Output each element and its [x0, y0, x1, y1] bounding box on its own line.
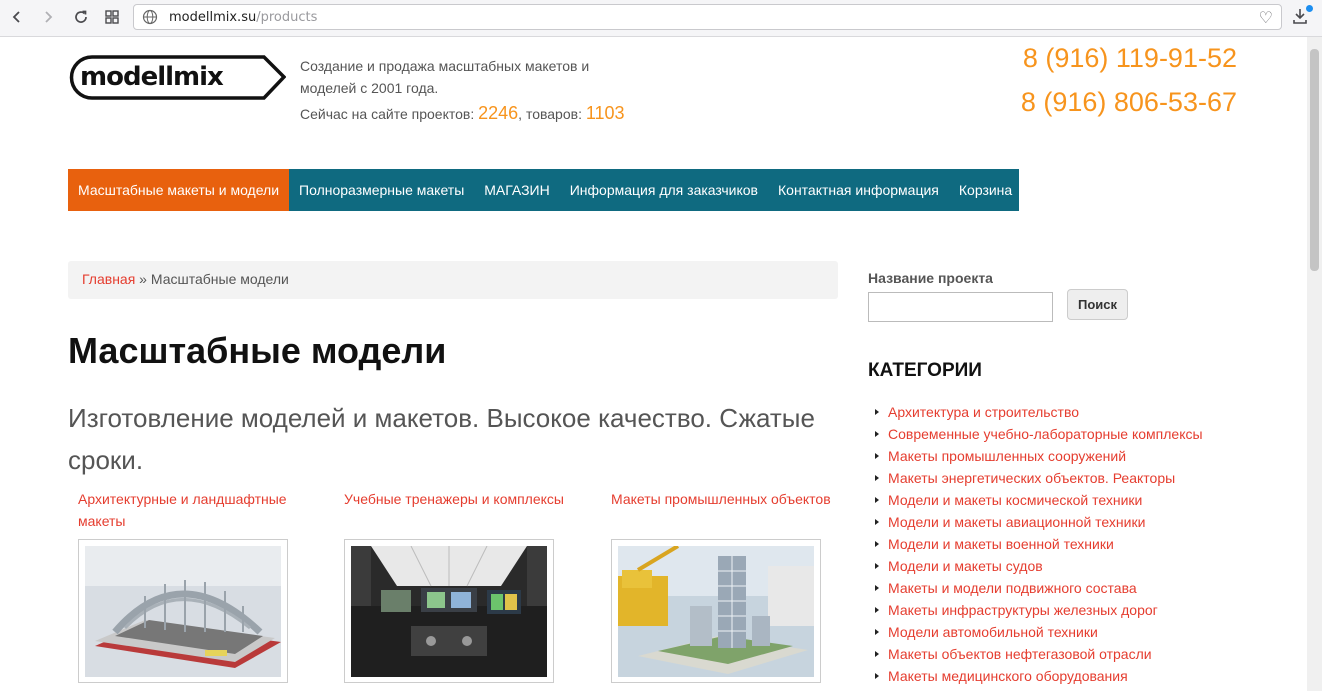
category-item[interactable]: Модели и макеты судов: [875, 555, 1203, 577]
heart-icon[interactable]: ♡: [1259, 8, 1273, 28]
category-link[interactable]: Архитектура и строительство: [888, 401, 1079, 423]
search-input[interactable]: [868, 292, 1053, 322]
card-image-train-simulator[interactable]: [344, 539, 554, 683]
category-item[interactable]: Макеты промышленных сооружений: [875, 445, 1203, 467]
phone-number-1[interactable]: 8 (916) 119-91-52: [1023, 43, 1237, 74]
search-button[interactable]: Поиск: [1067, 289, 1128, 320]
card-title-link[interactable]: Архитектурные и ландшафтные макеты: [68, 488, 298, 532]
category-item[interactable]: Макеты инфраструктуры железных дорог: [875, 599, 1203, 621]
bullet-arrow-icon: [875, 497, 879, 503]
card-title-link[interactable]: Учебные тренажеры и комплексы: [334, 488, 564, 510]
back-icon[interactable]: [6, 6, 28, 28]
site-tagline: Создание и продажа масштабных макетов и …: [300, 58, 590, 96]
forward-icon[interactable]: [37, 6, 59, 28]
globe-icon: [142, 9, 158, 30]
card-image-industrial-model[interactable]: [611, 539, 821, 683]
projects-count: 2246: [478, 103, 519, 123]
url-domain: modellmix.su: [169, 10, 257, 25]
bullet-arrow-icon: [875, 519, 879, 525]
card-image-bridge-model[interactable]: [78, 539, 288, 683]
bullet-arrow-icon: [875, 651, 879, 657]
reload-icon[interactable]: [70, 6, 92, 28]
category-link[interactable]: Макеты промышленных сооружений: [888, 445, 1126, 467]
browser-toolbar: modellmix.su/products ♡: [0, 0, 1322, 37]
bullet-arrow-icon: [875, 607, 879, 613]
menu-item-contacts[interactable]: Контактная информация: [768, 169, 949, 211]
products-count: 1103: [585, 103, 625, 123]
breadcrumb-home-link[interactable]: Главная: [82, 271, 135, 287]
categories-heading: КАТЕГОРИИ: [868, 360, 982, 381]
download-badge: [1306, 5, 1313, 12]
breadcrumb: Главная » Масштабные модели: [68, 261, 838, 299]
category-link[interactable]: Модели автомобильной техники: [888, 621, 1098, 643]
category-link[interactable]: Макеты объектов нефтегазовой отрасли: [888, 643, 1152, 665]
bullet-arrow-icon: [875, 475, 879, 481]
bullet-arrow-icon: [875, 453, 879, 459]
category-link[interactable]: Макеты и модели подвижного состава: [888, 577, 1137, 599]
scrollbar-thumb[interactable]: [1310, 49, 1319, 271]
page-title: Масштабные модели: [68, 330, 447, 371]
menu-item-fullsize-models[interactable]: Полноразмерные макеты: [289, 169, 474, 211]
category-link[interactable]: Модели и макеты авиационной техники: [888, 511, 1145, 533]
categories-list: Архитектура и строительство Современные …: [875, 401, 1203, 687]
scrollbar[interactable]: [1307, 37, 1322, 691]
bullet-arrow-icon: [875, 673, 879, 679]
breadcrumb-separator: »: [135, 271, 151, 287]
category-item[interactable]: Архитектура и строительство: [875, 401, 1203, 423]
category-item[interactable]: Модели и макеты авиационной техники: [875, 511, 1203, 533]
category-link[interactable]: Макеты инфраструктуры железных дорог: [888, 599, 1158, 621]
breadcrumb-current: Масштабные модели: [150, 271, 289, 287]
phone-number-2[interactable]: 8 (916) 806-53-67: [1021, 87, 1237, 118]
bullet-arrow-icon: [875, 629, 879, 635]
category-item[interactable]: Модели и макеты военной техники: [875, 533, 1203, 555]
category-item[interactable]: Модели и макеты космической техники: [875, 489, 1203, 511]
category-card: Архитектурные и ландшафтные макеты: [68, 488, 298, 683]
category-link[interactable]: Модели и макеты судов: [888, 555, 1043, 577]
bullet-arrow-icon: [875, 541, 879, 547]
site-logo[interactable]: modellmix: [68, 55, 287, 100]
category-item[interactable]: Макеты медицинского оборудования: [875, 665, 1203, 687]
category-item[interactable]: Модели автомобильной техники: [875, 621, 1203, 643]
category-card: Макеты промышленных объектов: [601, 488, 831, 683]
card-title-link[interactable]: Макеты промышленных объектов: [601, 488, 831, 510]
url-path: /products: [256, 10, 318, 25]
stats-prefix: Сейчас на сайте проектов:: [300, 106, 479, 122]
category-item[interactable]: Макеты и модели подвижного состава: [875, 577, 1203, 599]
tabs-grid-icon[interactable]: [101, 6, 123, 28]
category-link[interactable]: Модели и макеты космической техники: [888, 489, 1142, 511]
page-subtitle: Изготовление моделей и макетов. Высокое …: [68, 403, 815, 475]
menu-item-shop[interactable]: МАГАЗИН: [474, 169, 559, 211]
bullet-arrow-icon: [875, 585, 879, 591]
main-menu: Масштабные макеты и модели Полноразмерны…: [68, 169, 1019, 211]
bullet-arrow-icon: [875, 563, 879, 569]
bullet-arrow-icon: [875, 409, 879, 415]
category-link[interactable]: Современные учебно-лабораторные комплекс…: [888, 423, 1203, 445]
search-label: Название проекта: [868, 270, 993, 286]
url-text: modellmix.su/products: [169, 10, 317, 25]
category-link[interactable]: Макеты энергетических объектов. Реакторы: [888, 467, 1175, 489]
menu-item-scale-models[interactable]: Масштабные макеты и модели: [68, 169, 290, 211]
address-bar[interactable]: modellmix.su/products ♡: [133, 4, 1282, 30]
stats-middle: , товаров:: [518, 106, 586, 122]
menu-item-customer-info[interactable]: Информация для заказчиков: [560, 169, 768, 211]
site-stats: Сейчас на сайте проектов: 2246, товаров:…: [300, 103, 625, 124]
logo-text: modellmix: [80, 62, 224, 92]
menu-item-cart[interactable]: Корзина: [949, 169, 1022, 211]
category-link[interactable]: Модели и макеты военной техники: [888, 533, 1114, 555]
category-item[interactable]: Макеты энергетических объектов. Реакторы: [875, 467, 1203, 489]
category-item[interactable]: Макеты объектов нефтегазовой отрасли: [875, 643, 1203, 665]
bullet-arrow-icon: [875, 431, 879, 437]
category-card: Учебные тренажеры и комплексы: [334, 488, 564, 683]
category-link[interactable]: Макеты медицинского оборудования: [888, 665, 1128, 687]
category-item[interactable]: Современные учебно-лабораторные комплекс…: [875, 423, 1203, 445]
